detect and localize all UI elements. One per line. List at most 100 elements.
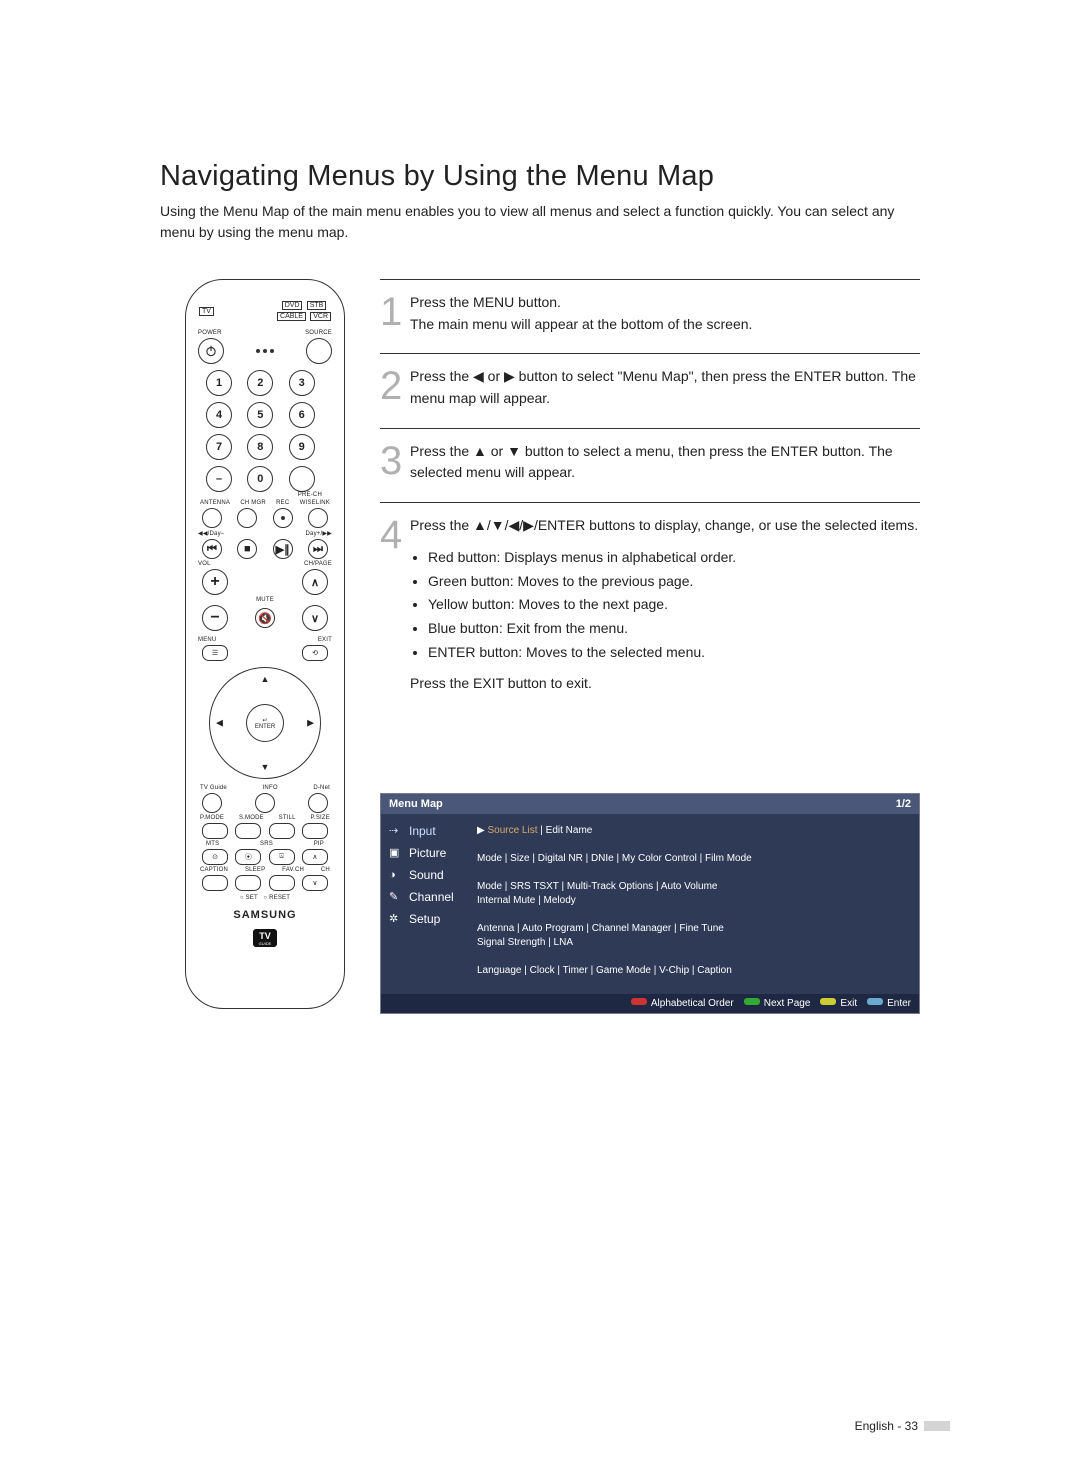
num-9: 9 [289, 434, 315, 460]
source-label: SOURCE [305, 330, 332, 336]
exit-button: ⟲ [302, 645, 328, 661]
osd-value-setup: Language | Clock | Timer | Game Mode | V… [477, 960, 913, 988]
play-pause-icon: ▶∥ [273, 539, 293, 559]
power-icon [198, 338, 224, 364]
chpage-label: CH/PAGE [304, 561, 332, 567]
num-dash: – [206, 466, 232, 492]
osd-page-indicator: 1/2 [896, 798, 911, 810]
step-number: 2 [380, 366, 410, 409]
power-label: POWER [198, 330, 222, 336]
down-arrow-icon: ▼ [261, 762, 270, 772]
osd-value-channel: Antenna | Auto Program | Channel Manager… [477, 918, 913, 960]
device-stb: STB [307, 301, 327, 310]
step-1: 1 Press the MENU button. The main menu w… [380, 279, 920, 353]
step-text: The main menu will appear at the bottom … [410, 316, 752, 332]
vol-up-icon: + [202, 569, 228, 595]
bullet: ENTER button: Moves to the selected menu… [428, 642, 920, 664]
brand-label: SAMSUNG [198, 909, 332, 921]
osd-footer-enter: Enter [887, 998, 911, 1009]
step-number: 4 [380, 515, 410, 695]
step-text: Press the ▲ or ▼ button to select a menu… [410, 443, 893, 481]
srs-label: SRS [260, 841, 273, 847]
device-cable: CABLE [277, 312, 306, 321]
step-4: 4 Press the ▲/▼/◀/▶/ENTER buttons to dis… [380, 502, 920, 713]
prech-label: PRE-CH [198, 492, 332, 498]
osd-footer-green: Next Page [764, 998, 811, 1009]
num-0: 0 [247, 466, 273, 492]
menu-map-osd: Menu Map 1/2 ⇢Input ▣Picture ◑Sound ✎Cha… [380, 793, 920, 1014]
setup-icon: ✲ [389, 912, 403, 925]
ch-down-icon: ∨ [302, 605, 328, 631]
osd-item-channel: ✎Channel [381, 886, 477, 908]
step-2: 2 Press the ◀ or ▶ button to select "Men… [380, 353, 920, 427]
stop-icon: ■ [237, 539, 257, 559]
wiselink-label: WISELINK [300, 500, 330, 506]
ch-up-icon: ∧ [302, 569, 328, 595]
vol-label: VOL [198, 561, 211, 567]
bullet: Green button: Moves to the previous page… [428, 571, 920, 593]
ch-label: CH [321, 867, 330, 873]
dnet-label: D-Net [313, 785, 330, 791]
step-text: Press the MENU button. [410, 294, 561, 310]
osd-title: Menu Map [389, 798, 443, 810]
step-text: Press the ▲/▼/◀/▶/ENTER buttons to displ… [410, 517, 918, 533]
nav-pad: ▲ ▼ ◀ ▶ ↵ENTER [209, 667, 321, 779]
step-3: 3 Press the ▲ or ▼ button to select a me… [380, 428, 920, 502]
picture-icon: ▣ [389, 846, 403, 859]
sound-icon: ◑ [389, 869, 403, 881]
device-dvd: DVD [282, 301, 303, 310]
right-arrow-icon: ▶ [307, 718, 314, 729]
osd-value-sound: Mode | SRS TSXT | Multi-Track Options | … [477, 876, 913, 918]
psize-label: P.SIZE [311, 815, 330, 821]
set-label: SET [246, 895, 258, 901]
channel-icon: ✎ [389, 890, 403, 903]
num-2: 2 [247, 370, 273, 396]
osd-footer-yellow: Exit [840, 998, 857, 1009]
device-vcr: VCR [310, 312, 331, 321]
tvguide-label: TV Guide [200, 785, 227, 791]
transport-left: ◀◀/Day– [198, 530, 224, 537]
prech-button [289, 466, 315, 492]
pip-label: PIP [314, 841, 324, 847]
remote-illustration: TV DVD STB CABLE VCR POWER SOURCE [185, 279, 345, 1009]
transport-right: Day+/▶▶ [306, 530, 332, 537]
up-arrow-icon: ▲ [261, 674, 270, 684]
page-title: Navigating Menus by Using the Menu Map [160, 160, 920, 193]
source-button [306, 338, 332, 364]
step-number: 1 [380, 292, 410, 335]
enter-button: ↵ENTER [246, 704, 284, 742]
sleep-label: SLEEP [245, 867, 265, 873]
intro-text: Using the Menu Map of the main menu enab… [160, 201, 920, 243]
step-text: Press the ◀ or ▶ button to select "Menu … [410, 368, 916, 406]
menu-label: MENU [198, 637, 216, 643]
forward-icon: ⏭ [308, 539, 328, 559]
left-arrow-icon: ◀ [216, 718, 223, 729]
num-1: 1 [206, 370, 232, 396]
rec-label: REC [276, 500, 289, 506]
osd-item-setup: ✲Setup [381, 908, 477, 930]
num-4: 4 [206, 402, 232, 428]
reset-label: RESET [269, 895, 290, 901]
bullet: Red button: Displays menus in alphabetic… [428, 547, 920, 569]
step-text: Press the EXIT button to exit. [410, 675, 592, 691]
osd-value-input: ▶ Source List | Edit Name [477, 820, 913, 848]
mute-label: MUTE [198, 597, 332, 603]
rewind-icon: ⏮ [202, 539, 222, 559]
osd-item-input: ⇢Input [381, 820, 477, 842]
device-tv: TV [199, 307, 214, 316]
page-footer: English - 33 [855, 1419, 950, 1433]
step-number: 3 [380, 441, 410, 484]
osd-item-picture: ▣Picture [381, 842, 477, 864]
exit-label: EXIT [318, 637, 332, 643]
pmode-label: P.MODE [200, 815, 224, 821]
tvguide-logo-icon: TV GUIDE [253, 929, 277, 947]
osd-value-picture: Mode | Size | Digital NR | DNIe | My Col… [477, 848, 913, 876]
antenna-label: ANTENNA [200, 500, 230, 506]
bullet: Yellow button: Moves to the next page. [428, 594, 920, 616]
mute-icon: 🔇 [255, 608, 275, 628]
menu-button: ☰ [202, 645, 228, 661]
num-6: 6 [289, 402, 315, 428]
favch-label: FAV.CH [282, 867, 304, 873]
num-7: 7 [206, 434, 232, 460]
chmgr-label: CH MGR [240, 500, 266, 506]
